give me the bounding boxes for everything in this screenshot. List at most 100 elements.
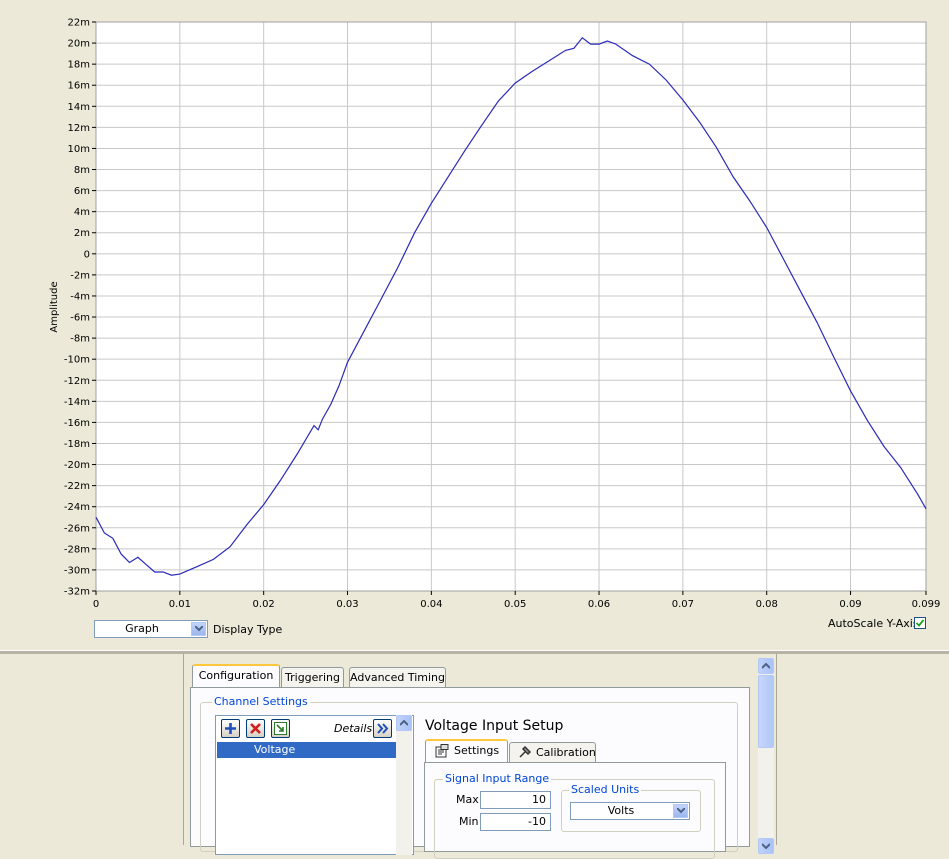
max-value: 10 xyxy=(532,793,546,806)
y-tick-label: -14m xyxy=(64,397,90,408)
details-label: Details xyxy=(334,722,373,735)
x-tick-label: 0.06 xyxy=(588,599,610,610)
y-tick-label: 12m xyxy=(68,123,90,134)
channel-properties-button[interactable] xyxy=(271,719,290,738)
config-panel-scrollbar[interactable] xyxy=(758,658,774,854)
graph-panel: 22m 20m 18m 16m 14m 12m 10m 8m 6m 4m 2m 0 -2m -4m -6m -… xyxy=(0,0,949,650)
channel-item-voltage[interactable]: Voltage xyxy=(217,742,412,758)
max-label: Max xyxy=(456,793,479,806)
y-tick-label: 14m xyxy=(68,102,90,113)
scroll-down-button[interactable] xyxy=(758,838,774,854)
tab-configuration[interactable]: Configuration xyxy=(192,664,280,688)
y-tick-label: 22m xyxy=(68,18,90,29)
y-tick-label: 10m xyxy=(68,144,90,155)
dropdown-arrow-icon[interactable] xyxy=(191,622,206,636)
y-tick-label: -32m xyxy=(64,587,90,598)
chevron-up-icon xyxy=(400,720,408,726)
scaled-units-select[interactable]: Volts xyxy=(570,802,690,820)
scroll-up-button[interactable] xyxy=(396,715,412,731)
chevron-up-icon xyxy=(762,663,770,669)
x-tick-label: 0.07 xyxy=(672,599,694,610)
min-input[interactable]: -10 xyxy=(480,813,551,831)
y-tick-label: -30m xyxy=(64,565,90,576)
checkmark-icon xyxy=(915,619,925,627)
y-tick-label: 18m xyxy=(68,60,90,71)
subtab-calibration[interactable]: Calibration xyxy=(509,742,596,763)
y-tick-label: -8m xyxy=(70,334,90,345)
autoscale-checkbox[interactable] xyxy=(914,617,926,629)
channel-item-label: Voltage xyxy=(254,743,296,756)
y-tick-label: -10m xyxy=(64,355,90,366)
settings-subtab-body: Signal Input Range Max 10 Min -10 Scaled… xyxy=(424,762,726,859)
x-axis-ticks: 0 0.01 0.02 0.03 0.04 0.05 0.06 0.07 0.08 0.09 0.0… xyxy=(93,591,941,610)
scroll-up-button[interactable] xyxy=(758,658,774,674)
double-chevron-right-icon xyxy=(377,723,389,734)
max-input[interactable]: 10 xyxy=(480,791,551,809)
calibration-wrench-icon xyxy=(519,745,532,758)
plus-icon xyxy=(225,723,236,734)
x-tick-label: 0.08 xyxy=(756,599,778,610)
chevron-down-icon xyxy=(762,843,770,849)
channel-settings-title: Channel Settings xyxy=(212,695,310,708)
remove-channel-button[interactable] xyxy=(246,719,265,738)
configuration-tab-body: Channel Settings Details Voltage Voltage… xyxy=(190,687,750,859)
subtab-label: Settings xyxy=(454,744,500,757)
display-type-label: Display Type xyxy=(213,623,283,636)
y-tick-label: -24m xyxy=(64,502,90,513)
x-tick-label: 0.01 xyxy=(169,599,191,610)
x-tick-label: 0.02 xyxy=(253,599,275,610)
y-tick-label: -4m xyxy=(70,291,90,302)
y-tick-label: 2m xyxy=(74,228,90,239)
display-type-select[interactable]: Graph xyxy=(94,620,208,638)
channel-list-scrollbar[interactable] xyxy=(396,715,412,855)
y-tick-label: 16m xyxy=(68,81,90,92)
y-tick-label: -28m xyxy=(64,544,90,555)
x-tick-label: 0.03 xyxy=(336,599,358,610)
y-tick-label: -12m xyxy=(64,376,90,387)
y-tick-label: -20m xyxy=(64,460,90,471)
tab-label: Configuration xyxy=(198,669,274,682)
y-tick-label: -26m xyxy=(64,523,90,534)
y-axis-ticks: 22m 20m 18m 16m 14m 12m 10m 8m 6m 4m 2m 0 -2m -4m -6m -… xyxy=(64,18,96,598)
y-tick-label: -18m xyxy=(64,439,90,450)
x-tick-label: 0.04 xyxy=(420,599,442,610)
scroll-thumb[interactable] xyxy=(758,675,774,748)
delete-x-icon xyxy=(250,723,261,734)
y-tick-label: -22m xyxy=(64,481,90,492)
x-tick-label: 0.09 xyxy=(839,599,861,610)
tab-triggering[interactable]: Triggering xyxy=(281,667,344,688)
tab-advanced-timing[interactable]: Advanced Timing xyxy=(349,667,446,688)
plot-area xyxy=(96,22,926,591)
setup-title: Voltage Input Setup xyxy=(425,718,564,734)
x-tick-label: 0.05 xyxy=(504,599,526,610)
subtab-settings[interactable]: Settings xyxy=(425,739,508,763)
y-tick-label: 4m xyxy=(74,207,90,218)
details-expand-button[interactable] xyxy=(373,719,392,738)
tab-label: Advanced Timing xyxy=(350,671,445,684)
add-channel-button[interactable] xyxy=(221,719,240,738)
channel-list[interactable]: Details Voltage xyxy=(215,715,414,855)
dropdown-arrow-icon[interactable] xyxy=(673,804,688,818)
reorder-icon xyxy=(274,722,287,735)
y-tick-label: -2m xyxy=(70,270,90,281)
subtab-label: Calibration xyxy=(536,746,596,759)
signal-input-range-title: Signal Input Range xyxy=(443,772,552,785)
scaled-units-title: Scaled Units xyxy=(569,783,642,796)
min-label: Min xyxy=(459,815,479,828)
display-type-value: Graph xyxy=(125,622,159,635)
y-tick-label: -6m xyxy=(70,313,90,324)
y-tick-label: -16m xyxy=(64,418,90,429)
waveform-graph[interactable]: 22m 20m 18m 16m 14m 12m 10m 8m 6m 4m 2m 0 -2m -4m -6m -… xyxy=(0,0,949,650)
x-tick-label: 0.099 xyxy=(912,599,941,610)
scaled-units-value: Volts xyxy=(607,804,635,817)
y-tick-label: 0 xyxy=(84,249,90,260)
y-tick-label: 6m xyxy=(74,186,90,197)
min-value: -10 xyxy=(528,815,546,828)
tab-label: Triggering xyxy=(285,671,340,684)
y-tick-label: 8m xyxy=(74,165,90,176)
y-tick-label: 20m xyxy=(68,39,90,50)
y-axis-title: Amplitude xyxy=(49,281,60,332)
settings-icon xyxy=(435,744,449,758)
autoscale-label: AutoScale Y-Axis xyxy=(828,617,919,630)
x-tick-label: 0 xyxy=(93,599,99,610)
